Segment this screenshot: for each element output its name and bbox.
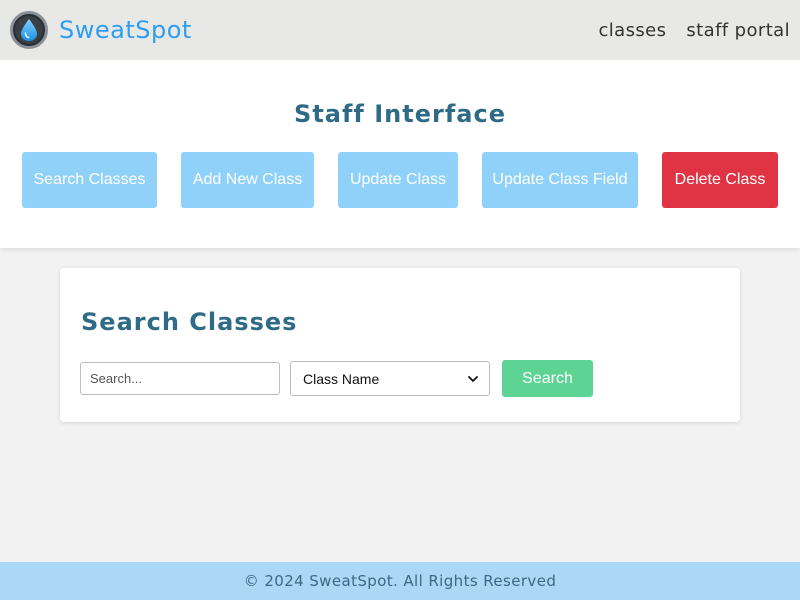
brand[interactable]: SweatSpot <box>10 11 192 49</box>
delete-class-button[interactable]: Delete Class <box>662 152 778 208</box>
search-button[interactable]: Search <box>502 360 593 397</box>
search-classes-button[interactable]: Search Classes <box>22 152 157 208</box>
nav-staff-portal-link[interactable]: staff portal <box>686 20 790 41</box>
nav-classes-link[interactable]: classes <box>598 20 666 41</box>
brand-name: SweatSpot <box>59 16 192 44</box>
water-drop-icon <box>10 11 48 49</box>
update-class-field-button[interactable]: Update Class Field <box>482 152 638 208</box>
update-class-button[interactable]: Update Class <box>338 152 458 208</box>
search-field-select[interactable]: Class Name <box>290 361 490 396</box>
page-title: Staff Interface <box>294 100 506 128</box>
site-header: SweatSpot classes staff portal <box>0 0 800 60</box>
chevron-down-icon <box>468 375 478 382</box>
add-new-class-button[interactable]: Add New Class <box>181 152 314 208</box>
select-value: Class Name <box>303 370 380 387</box>
search-section-title: Search Classes <box>81 308 298 336</box>
footer-copyright: © 2024 SweatSpot. All Rights Reserved <box>243 572 557 590</box>
site-footer: © 2024 SweatSpot. All Rights Reserved <box>0 562 800 600</box>
search-classes-card: Search Classes Class Name Search <box>60 268 740 422</box>
main-nav: classes staff portal <box>598 20 790 41</box>
search-input[interactable] <box>80 362 280 395</box>
staff-interface-panel: Staff Interface Search Classes Add New C… <box>0 60 800 248</box>
